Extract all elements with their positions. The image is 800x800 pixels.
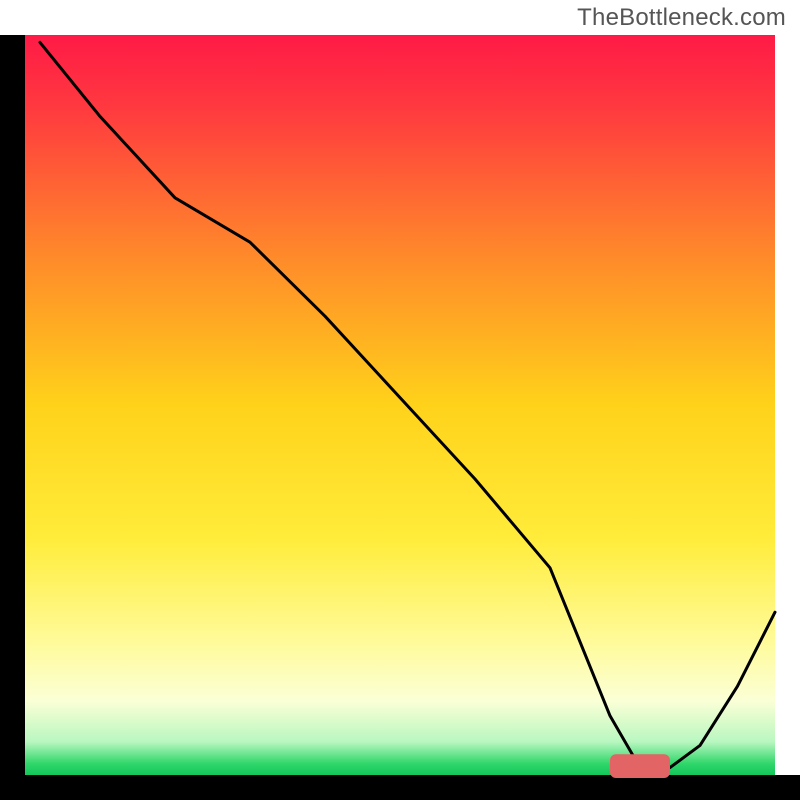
x-axis xyxy=(0,775,800,800)
plot-background xyxy=(25,35,775,775)
bottleneck-chart xyxy=(0,0,800,800)
y-axis xyxy=(0,35,25,800)
watermark-text: TheBottleneck.com xyxy=(577,4,786,32)
optimal-range-marker xyxy=(610,754,670,778)
chart-container: TheBottleneck.com xyxy=(0,0,800,800)
